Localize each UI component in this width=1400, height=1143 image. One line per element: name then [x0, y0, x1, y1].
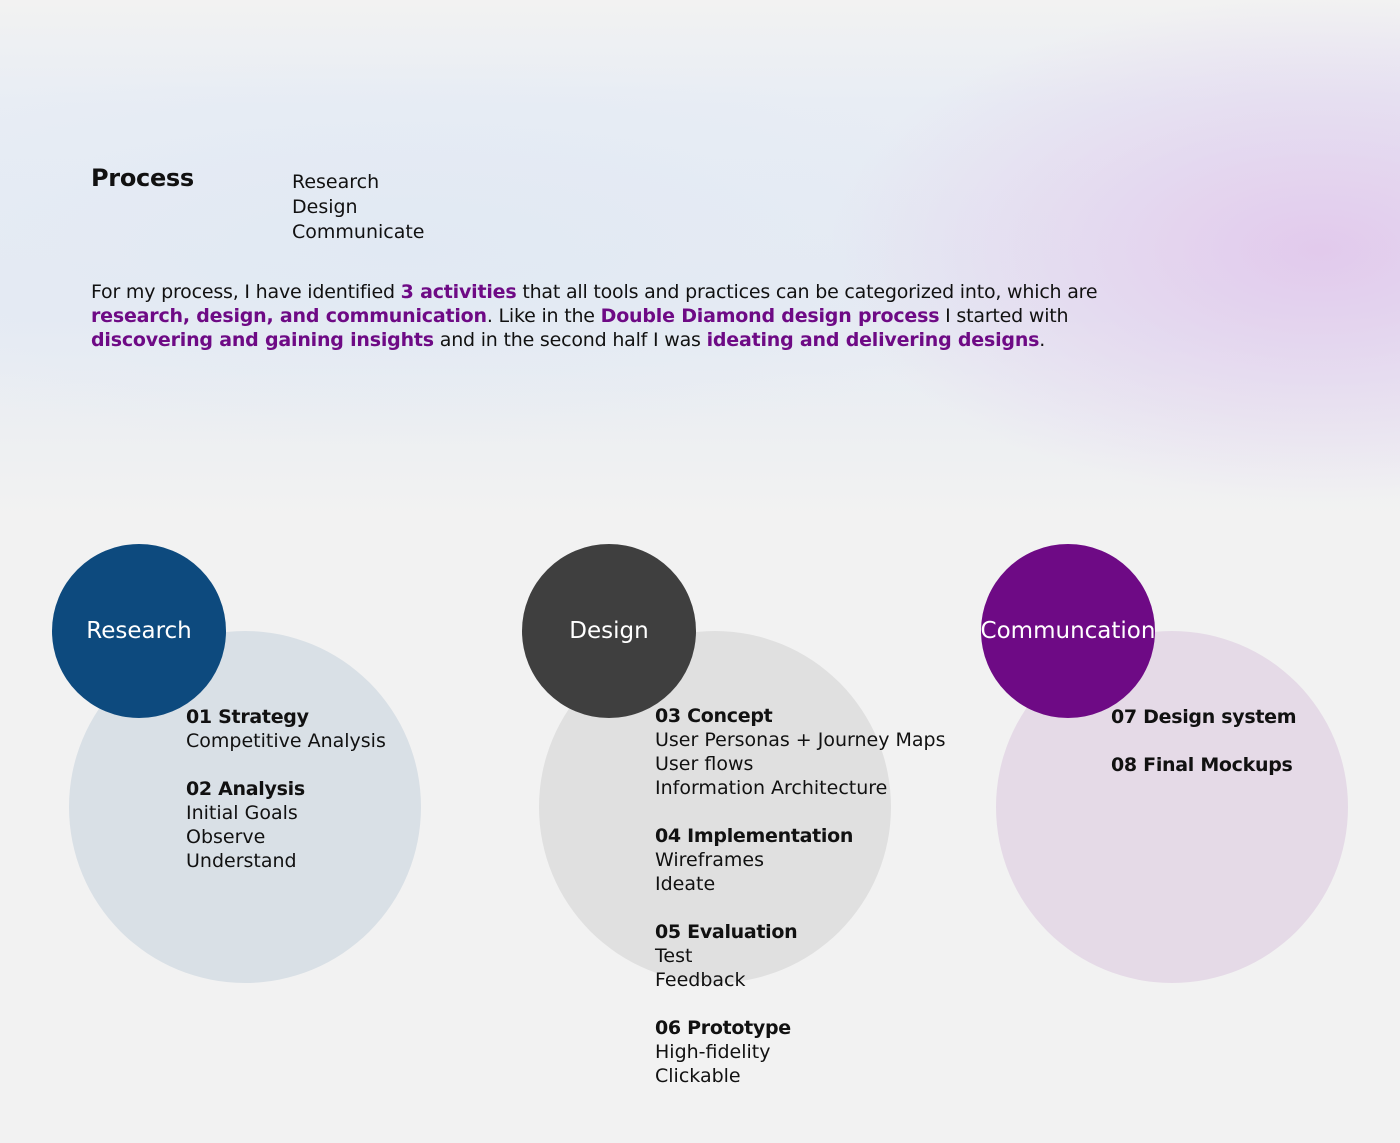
step-item: Observe — [186, 826, 266, 848]
process-step: 08 Final Mockups — [1111, 753, 1296, 777]
step-item: User flows — [655, 753, 754, 775]
step-item: Initial Goals — [186, 802, 298, 824]
page-title: Process — [91, 164, 194, 192]
step-item: Information Architecture — [655, 777, 888, 799]
communication-phase-badge: Communcation — [981, 544, 1155, 718]
design-phase-label: Design — [569, 618, 649, 644]
intro-paragraph: For my process, I have identified 3 acti… — [91, 280, 1151, 352]
intro-text: I started with — [939, 305, 1069, 327]
step-title: 07 Design system — [1111, 706, 1297, 728]
activity-item: Design — [292, 196, 358, 218]
step-item: Competitive Analysis — [186, 730, 386, 752]
process-step: 07 Design system — [1111, 705, 1297, 729]
design-phase-badge: Design — [522, 544, 696, 718]
intro-highlight: discovering and gaining insights — [91, 329, 434, 351]
step-item: Ideate — [655, 873, 716, 895]
intro-highlight: research, design, and communication — [91, 305, 487, 327]
activity-item: Research — [292, 171, 380, 193]
process-step: 04 Implementation Wireframes Ideate — [655, 824, 946, 896]
intro-text: . Like in the — [486, 305, 601, 327]
activity-list: Research Design Communicate — [292, 170, 425, 245]
step-title: 03 Concept — [655, 705, 773, 727]
intro-highlight: Double Diamond design process — [600, 305, 940, 327]
research-phase-label: Research — [86, 618, 192, 644]
activity-item: Communicate — [292, 221, 425, 243]
intro-highlight: 3 activities — [400, 281, 517, 303]
step-item: Feedback — [655, 969, 746, 991]
intro-text: . — [1039, 329, 1046, 351]
step-item: Understand — [186, 850, 297, 872]
step-item: User Personas + Journey Maps — [655, 729, 946, 751]
intro-text: that all tools and practices can be cate… — [516, 281, 1098, 303]
process-step: 02 Analysis Initial Goals Observe Understan… — [186, 777, 386, 873]
step-title: 04 Implementation — [655, 825, 854, 847]
communication-steps: 07 Design system 08 Final Mockups — [1111, 705, 1297, 801]
design-steps: 03 Concept User Personas + Journey Maps Us… — [655, 704, 946, 1112]
process-step: 05 Evaluation Test Feedback — [655, 920, 946, 992]
intro-text: For my process, I have identified — [91, 281, 401, 303]
process-step: 01 Strategy Competitive Analysis — [186, 705, 386, 753]
communication-phase-label: Communcation — [980, 618, 1156, 644]
research-steps: 01 Strategy Competitive Analysis 02 Analys… — [186, 705, 386, 897]
step-item: High-fidelity — [655, 1041, 771, 1063]
step-title: 05 Evaluation — [655, 921, 798, 943]
research-phase-badge: Research — [52, 544, 226, 718]
step-title: 01 Strategy — [186, 706, 309, 728]
step-item: Test — [655, 945, 693, 967]
step-title: 06 Prototype — [655, 1017, 791, 1039]
step-title: 08 Final Mockups — [1111, 754, 1293, 776]
process-step: 03 Concept User Personas + Journey Maps Us… — [655, 704, 946, 800]
step-item: Clickable — [655, 1065, 741, 1087]
step-item: Wireframes — [655, 849, 764, 871]
intro-text: and in the second half I was — [433, 329, 707, 351]
process-step: 06 Prototype High-fidelity Clickable — [655, 1016, 946, 1088]
hero-background — [0, 0, 1400, 520]
intro-highlight: ideating and delivering designs — [706, 329, 1040, 351]
step-title: 02 Analysis — [186, 778, 305, 800]
